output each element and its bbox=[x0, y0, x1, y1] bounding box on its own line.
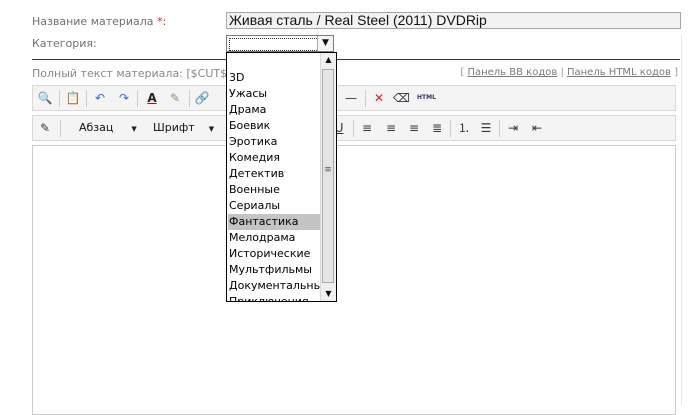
title-input[interactable]: Живая сталь / Real Steel (2011) DVDRip bbox=[226, 12, 681, 29]
chevron-down-icon: ▼ bbox=[208, 125, 215, 133]
panel-links-sep: | bbox=[557, 67, 567, 78]
align-left-icon[interactable]: ≡ bbox=[359, 120, 375, 136]
dropdown-option[interactable]: Исторические bbox=[228, 246, 321, 262]
toolbar-separator bbox=[450, 120, 451, 137]
paste-icon[interactable]: 📋 bbox=[65, 90, 81, 106]
category-dropdown-list[interactable]: 3D Ужасы Драма Боевик Эротика Комедия Де… bbox=[226, 52, 337, 302]
dropdown-option[interactable]: Детектив bbox=[228, 166, 321, 182]
magnifier-icon[interactable]: 🔍 bbox=[37, 90, 53, 106]
align-right-icon[interactable]: ≡ bbox=[406, 120, 422, 136]
toolbar-separator bbox=[137, 90, 138, 107]
align-center-icon[interactable]: ≡ bbox=[383, 120, 399, 136]
redo-icon[interactable]: ↷ bbox=[116, 90, 132, 106]
outdent-icon[interactable]: ⇤ bbox=[529, 120, 545, 136]
toolbar-separator bbox=[60, 120, 61, 137]
dropdown-option[interactable]: Комедия bbox=[228, 150, 321, 166]
eraser-icon[interactable]: ⌫ bbox=[393, 90, 410, 106]
editor-toolbar-2: ✎ Абзац ▼ Шрифт ▼ U ≡ ≡ ≡ ≣ ⒈ ☰ ⇥ ⇤ bbox=[32, 115, 676, 141]
dropdown-option[interactable]: Боевик bbox=[228, 118, 321, 134]
dropdown-option[interactable]: Ужасы bbox=[228, 86, 321, 102]
undo-icon[interactable]: ↶ bbox=[92, 90, 108, 106]
title-label: Название материала *: bbox=[32, 15, 166, 28]
chevron-down-icon: ▼ bbox=[131, 125, 137, 133]
divider-vertical bbox=[681, 35, 682, 405]
dropdown-option[interactable]: Мелодрама bbox=[228, 230, 321, 246]
dropdown-option[interactable]: Военные bbox=[228, 182, 321, 198]
editor-toolbar-1: 🔍 📋 ↶ ↷ A ✎ 🔗 — ✕ ⌫ HTML bbox=[32, 85, 676, 111]
title-label-text: Название материала bbox=[32, 15, 154, 28]
paragraph-format-value: Абзац bbox=[79, 121, 114, 134]
paragraph-format-select[interactable]: Абзац ▼ bbox=[79, 120, 137, 136]
toolbar-separator bbox=[189, 90, 190, 107]
edit-icon[interactable]: ✎ bbox=[37, 120, 53, 136]
toolbar-separator bbox=[59, 90, 60, 107]
chevron-down-icon[interactable]: ▼ bbox=[317, 36, 333, 51]
toolbar-separator bbox=[499, 120, 500, 137]
scroll-down-icon[interactable]: ▼ bbox=[321, 287, 336, 301]
ordered-list-icon[interactable]: ⒈ bbox=[456, 120, 472, 136]
panel-links-close: ] bbox=[670, 67, 678, 78]
dropdown-scrollbar[interactable]: ▲ ≡ ▼ bbox=[320, 53, 336, 301]
fulltext-label-text: Полный текст материала: [$CUT$ bbox=[32, 67, 231, 80]
toolbar-separator bbox=[86, 90, 87, 107]
editor-content-area[interactable] bbox=[32, 145, 676, 415]
dropdown-option[interactable]: Эротика bbox=[228, 134, 321, 150]
panel-links: [ Панель BB кодов | Панель HTML кодов ] bbox=[460, 67, 678, 78]
align-justify-icon[interactable]: ≣ bbox=[429, 120, 445, 136]
font-value: Шрифт bbox=[153, 121, 195, 134]
dropdown-option[interactable]: Мультфильмы bbox=[228, 262, 321, 278]
remove-format-icon[interactable]: ✕ bbox=[371, 90, 387, 106]
divider bbox=[32, 59, 680, 60]
text-color-icon[interactable]: A bbox=[144, 90, 160, 106]
font-select[interactable]: Шрифт ▼ bbox=[153, 120, 214, 136]
dropdown-option[interactable]: Драма bbox=[228, 102, 321, 118]
html-panel-link[interactable]: Панель HTML кодов bbox=[567, 67, 671, 78]
unordered-list-icon[interactable]: ☰ bbox=[478, 120, 494, 136]
indent-icon[interactable]: ⇥ bbox=[505, 120, 521, 136]
category-select[interactable]: ▼ bbox=[226, 35, 334, 52]
dropdown-option[interactable]: 3D bbox=[228, 70, 321, 86]
horizontal-rule-icon[interactable]: — bbox=[343, 90, 359, 106]
scroll-up-icon[interactable]: ▲ bbox=[321, 53, 336, 67]
scroll-thumb[interactable]: ≡ bbox=[322, 69, 334, 283]
bb-panel-link[interactable]: Панель BB кодов bbox=[467, 67, 557, 78]
html-icon[interactable]: HTML bbox=[417, 90, 436, 106]
dropdown-option[interactable]: Документальные bbox=[228, 278, 329, 294]
required-mark: *: bbox=[157, 15, 167, 28]
dropdown-option[interactable]: Приключения bbox=[228, 294, 321, 301]
background-color-icon[interactable]: ✎ bbox=[167, 90, 183, 106]
dropdown-option-selected[interactable]: Фантастика bbox=[228, 214, 321, 230]
dropdown-option[interactable]: Сериалы bbox=[228, 198, 321, 214]
category-label: Категория: bbox=[32, 37, 97, 50]
fulltext-label: Полный текст материала: [$CUT$ ?] bbox=[32, 67, 241, 80]
category-select-value bbox=[229, 38, 319, 51]
toolbar-separator bbox=[365, 90, 366, 107]
link-icon[interactable]: 🔗 bbox=[194, 90, 210, 106]
toolbar-separator bbox=[353, 120, 354, 137]
